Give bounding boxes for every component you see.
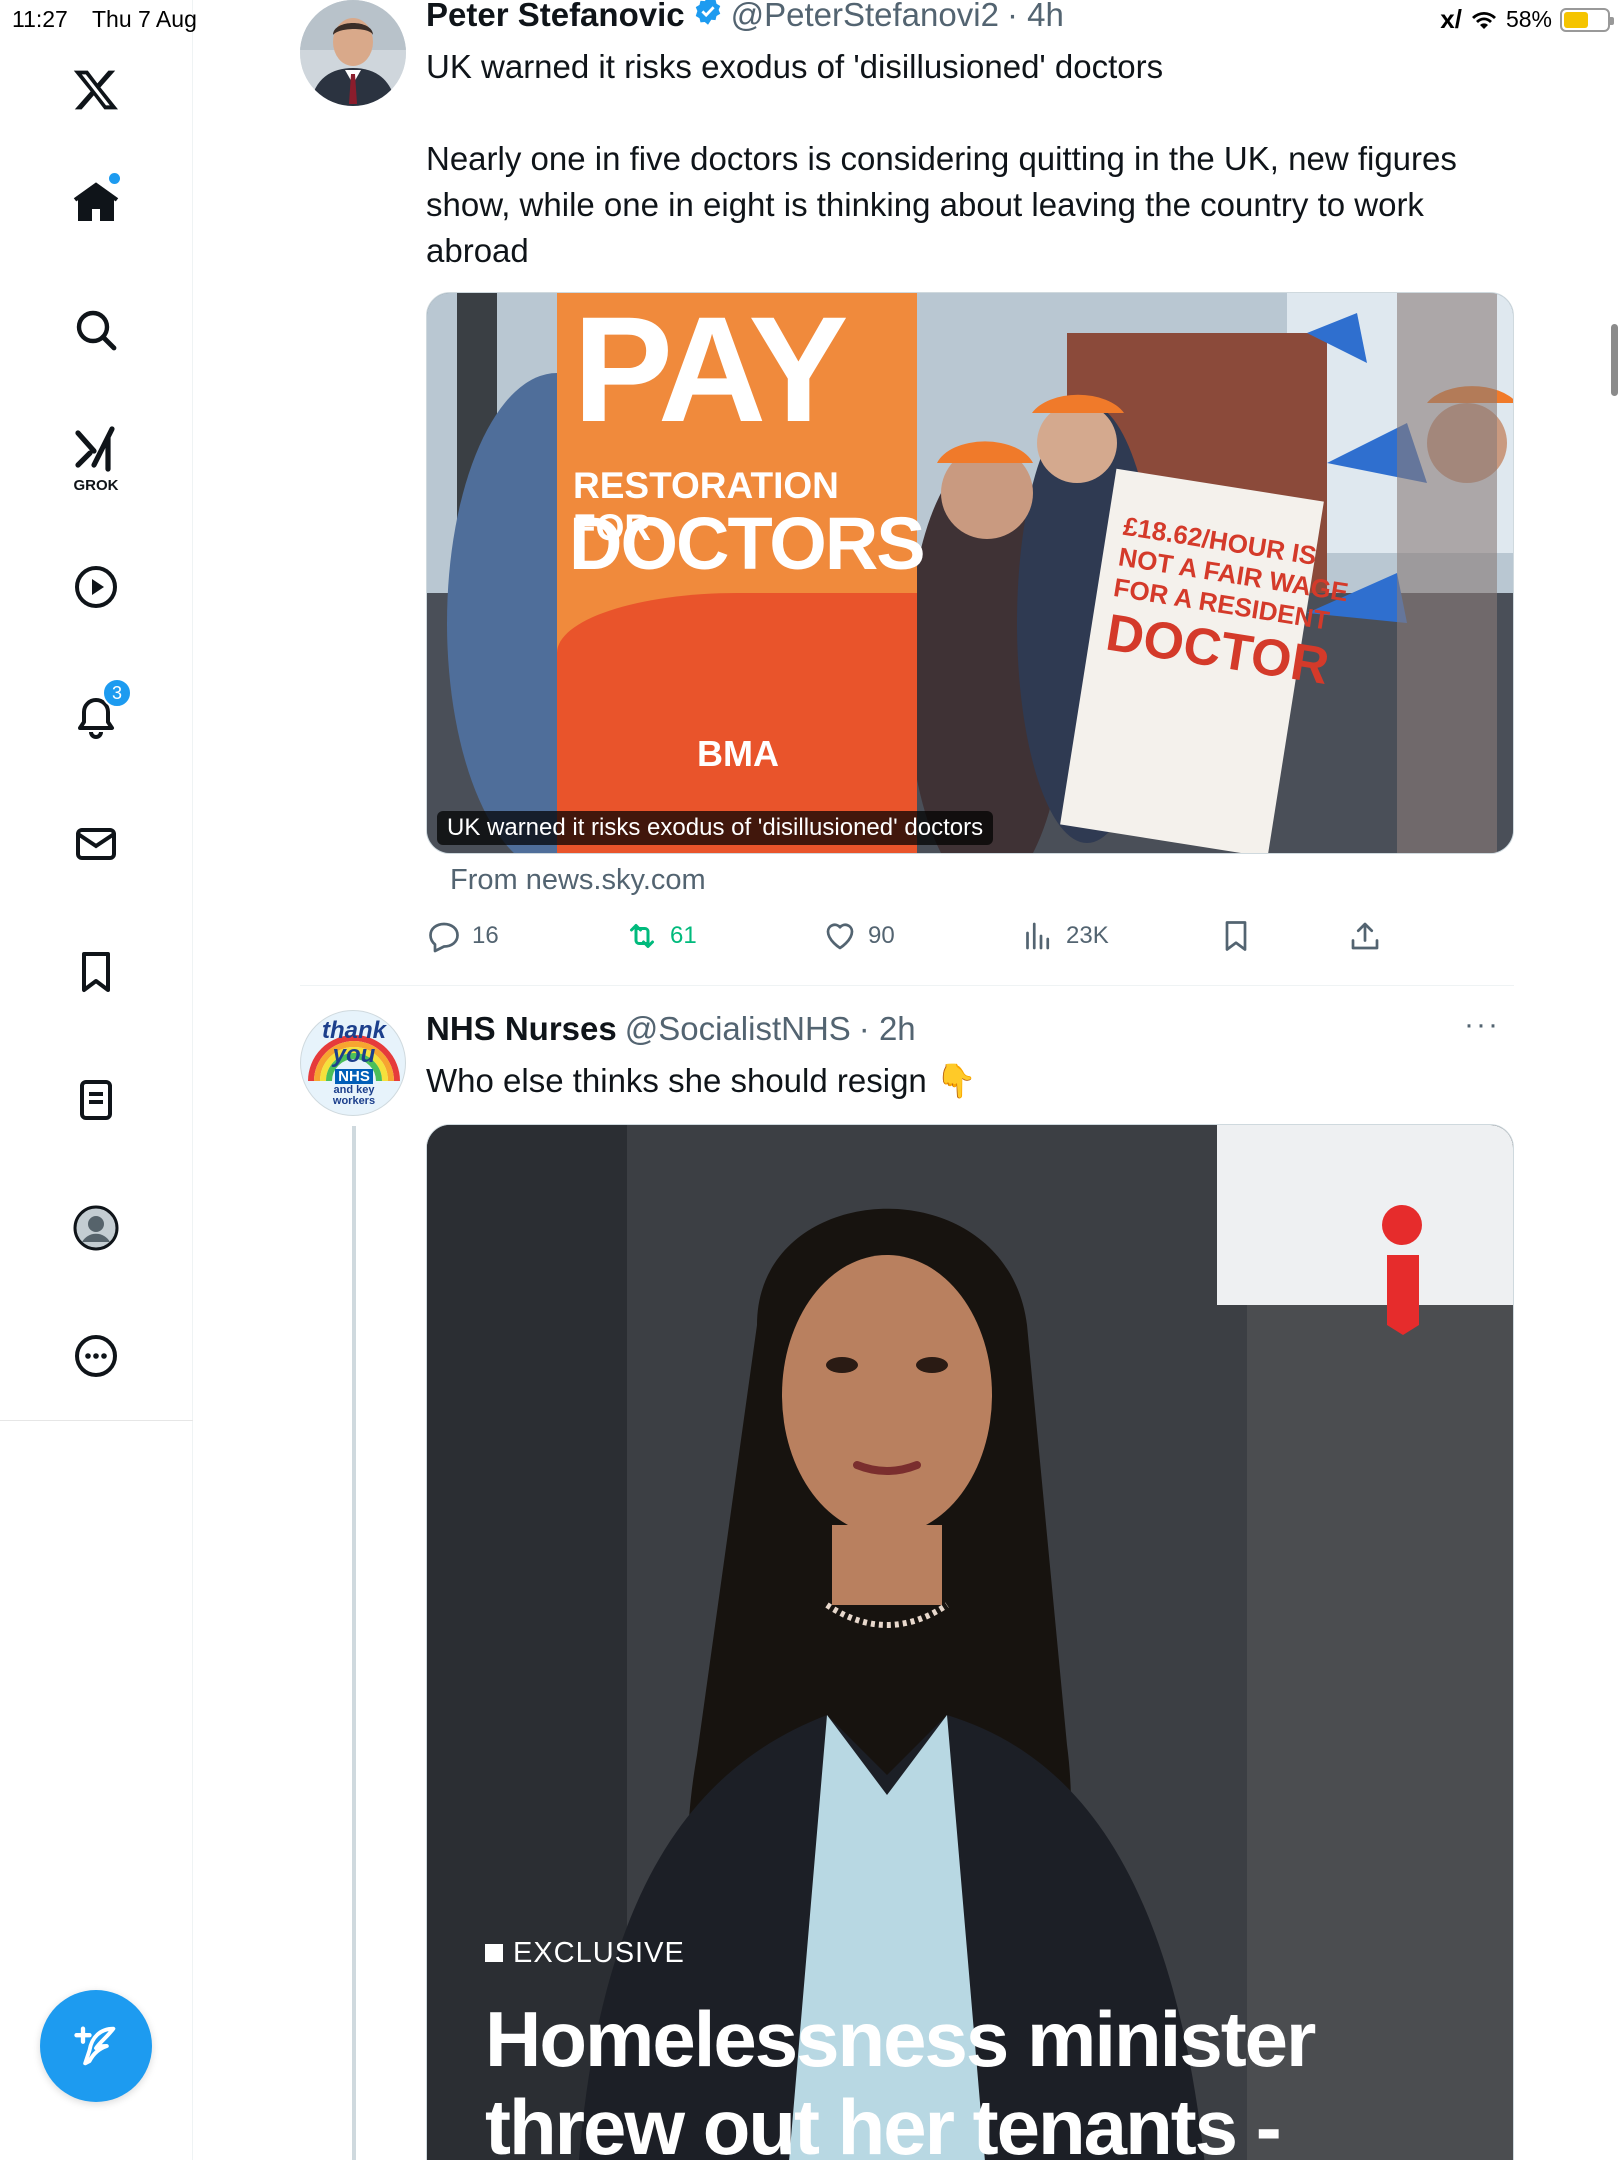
view-count: 23K: [1066, 922, 1109, 949]
tweet-header: NHS Nurses @SocialistNHS · 2h: [426, 1010, 916, 1048]
avatar-text-workers: workers: [332, 1095, 376, 1107]
sidebar-divider: [0, 1420, 193, 1421]
tweet-card[interactable]: Peter Stefanovic @PeterStefanovi2 · 4h U…: [300, 0, 1514, 985]
tweet-image[interactable]: EXCLUSIVE Homelessness minister threw ou…: [426, 1124, 1514, 2160]
tweet-text: Who else thinks she should resign 👇: [426, 1062, 978, 1099]
status-bar: 11:27 Thu 7 Aug x/ 58%: [0, 0, 1620, 40]
author-handle[interactable]: @SocialistNHS: [625, 1010, 851, 1048]
bookmark-button[interactable]: [1218, 918, 1347, 954]
link-card-caption: UK warned it risks exodus of 'disillusio…: [437, 811, 994, 845]
sign-doctors-text: DOCTORS: [569, 502, 926, 585]
tag-square-icon: [485, 1944, 503, 1962]
article-headline: Homelessness minister threw out her tena…: [485, 1995, 1316, 2160]
avatar-text-you: you: [332, 1041, 376, 1068]
reply-button[interactable]: 16: [426, 918, 624, 954]
link-card-image[interactable]: PAY RESTORATION FOR DOCTORS BMA £18.62/H…: [426, 292, 1514, 854]
tweet-divider: [300, 985, 1514, 986]
headline-line-1: Homelessness minister: [485, 1995, 1316, 2083]
battery-percent: 58%: [1505, 6, 1552, 32]
notifications-bell-icon[interactable]: 3: [56, 676, 136, 756]
video-play-icon[interactable]: [56, 547, 136, 627]
share-upload-icon: [1351, 922, 1379, 950]
author-name[interactable]: NHS Nurses: [426, 1010, 617, 1048]
compose-feather-icon: [74, 2026, 116, 2066]
tweet-actions: 16 61 90 23K: [426, 918, 1426, 954]
lists-icon[interactable]: [56, 1060, 136, 1140]
x-logo-icon[interactable]: [56, 50, 136, 130]
link-source[interactable]: From news.sky.com: [450, 864, 706, 897]
heart-icon: [826, 923, 854, 950]
messages-envelope-icon[interactable]: [56, 804, 136, 884]
compose-post-button[interactable]: [40, 1990, 152, 2102]
tweet-body: Nearly one in five doctors is considerin…: [426, 140, 1457, 269]
wifi-icon: [1471, 11, 1496, 29]
thread-connector-line: [352, 1126, 356, 2160]
headline-line-2: threw out her tenants -: [485, 2083, 1282, 2160]
like-count: 90: [868, 922, 895, 949]
tweet-more-button[interactable]: ···: [1464, 1008, 1500, 1042]
avatar-text-nhs: NHS: [335, 1069, 373, 1084]
battery-icon: [1560, 7, 1614, 32]
status-date: Thu 7 Aug: [92, 6, 197, 32]
share-button[interactable]: [1347, 918, 1426, 954]
status-time: 11:27: [12, 6, 68, 32]
tweet-card[interactable]: thank you NHS and key workers NHS Nurses…: [300, 1008, 1514, 2160]
article-tag: EXCLUSIVE: [485, 1937, 685, 1970]
home-icon[interactable]: [56, 163, 136, 243]
battery-fill: [1564, 11, 1589, 28]
like-button[interactable]: 90: [822, 918, 1020, 954]
profile-avatar-icon[interactable]: [56, 1188, 136, 1268]
reply-bubble-icon: [429, 922, 459, 953]
avatar[interactable]: thank you NHS and key workers: [300, 1010, 406, 1116]
tweet-time[interactable]: · 2h: [859, 1010, 916, 1048]
tag-text: EXCLUSIVE: [513, 1937, 685, 1969]
sidebar: GROK 3: [0, 0, 193, 2160]
more-options-icon[interactable]: [56, 1316, 136, 1396]
tweet-headline: UK warned it risks exodus of 'disillusio…: [426, 48, 1164, 85]
xai-icon: x/: [1440, 4, 1462, 34]
bookmarks-icon[interactable]: [56, 932, 136, 1012]
search-icon[interactable]: [56, 290, 136, 370]
retweet-count: 61: [670, 922, 697, 949]
sign-pay-text: PAY: [573, 292, 849, 453]
retweet-button[interactable]: 61: [624, 918, 822, 954]
grok-label: GROK: [73, 477, 119, 494]
reply-count: 16: [472, 922, 499, 949]
views-button[interactable]: 23K: [1020, 918, 1218, 954]
bookmark-icon: [1225, 921, 1247, 951]
tweet-text: UK warned it risks exodus of 'disillusio…: [426, 44, 1506, 274]
views-bar-chart-icon: [1026, 922, 1050, 950]
avatar-text-thank: thank: [321, 1017, 386, 1044]
notifications-badge: 3: [102, 678, 132, 708]
retweet-icon: [630, 924, 655, 948]
home-unread-dot: [109, 173, 120, 184]
status-right: x/ 58%: [1440, 4, 1614, 35]
sign-bma-text: BMA: [697, 733, 779, 774]
scrollbar[interactable]: [1611, 324, 1618, 396]
avatar-text: thank you NHS and key workers: [301, 1017, 405, 1107]
pay-sign: PAY RESTORATION FOR DOCTORS BMA: [557, 292, 926, 853]
grok-icon[interactable]: GROK: [56, 418, 136, 498]
